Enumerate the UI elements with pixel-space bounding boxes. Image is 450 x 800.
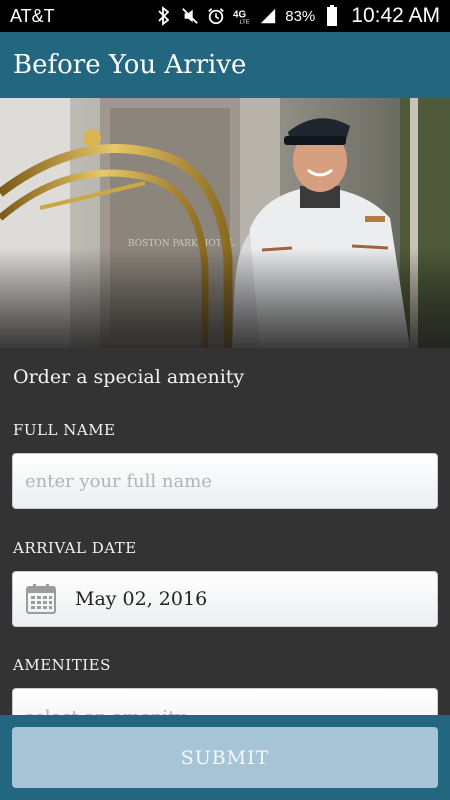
arrival-date-field[interactable]: May 02, 2016 (12, 571, 438, 627)
status-time: 10:42 AM (351, 4, 440, 27)
full-name-input[interactable] (13, 454, 437, 508)
arrival-date-label: ARRIVAL DATE (13, 539, 137, 557)
status-bar: AT&T 4G LTE 83% 10:42 AM (0, 0, 450, 32)
bluetooth-icon (155, 6, 173, 26)
submit-button[interactable]: SUBMIT (12, 727, 438, 788)
full-name-field[interactable] (12, 453, 438, 509)
battery-icon (323, 5, 341, 26)
app-bar: Before You Arrive (0, 32, 450, 98)
signal-icon (259, 6, 277, 26)
amenities-label: AMENITIES (13, 656, 111, 674)
status-icons: 4G LTE 83% 10:42 AM (155, 4, 440, 28)
alarm-icon (207, 6, 225, 26)
lte-icon: 4G LTE (233, 6, 251, 26)
amenity-form: Order a special amenity FULL NAME ARRIVA… (0, 348, 450, 715)
amenities-placeholder: select an amenity (25, 707, 186, 715)
page-title: Before You Arrive (13, 50, 247, 80)
calendar-icon (26, 584, 56, 614)
battery-percent: 83% (285, 7, 316, 25)
bottom-bar: SUBMIT (0, 715, 450, 800)
carrier-name: AT&T (10, 5, 55, 26)
full-name-label: FULL NAME (13, 421, 116, 439)
hero-image: BOSTON PARK HOTEL (0, 98, 450, 348)
amenities-select[interactable]: select an amenity (12, 688, 438, 715)
section-title: Order a special amenity (13, 366, 245, 388)
vibrate-icon (181, 6, 199, 26)
svg-text:LTE: LTE (240, 19, 250, 25)
arrival-date-value: May 02, 2016 (75, 588, 208, 610)
